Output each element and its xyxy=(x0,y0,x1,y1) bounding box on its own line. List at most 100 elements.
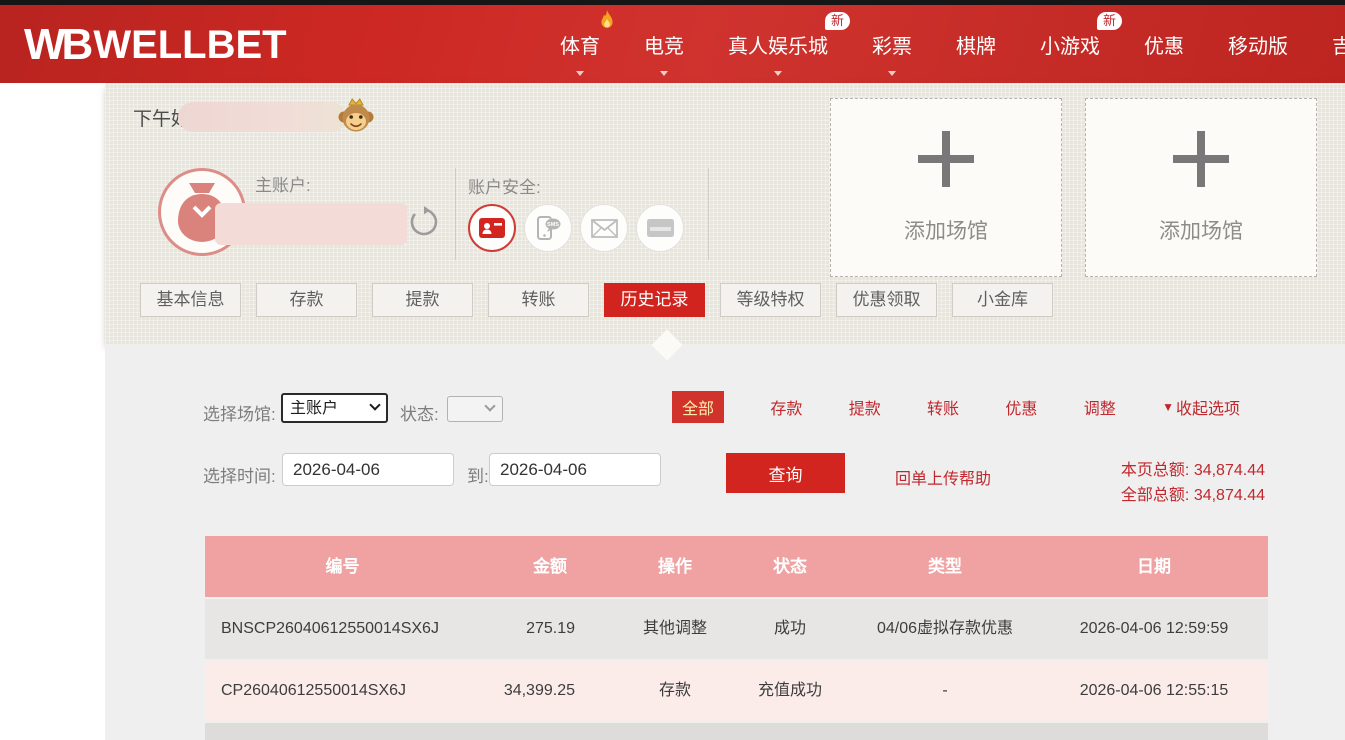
main-account-label: 主账户: xyxy=(255,171,311,196)
col-header-type: 类型 xyxy=(850,536,1040,597)
chevron-down-icon xyxy=(576,71,584,76)
totals: 本页总额: 34,874.44 全部总额: 34,874.44 xyxy=(1000,458,1265,508)
venue-select[interactable]: 主账户 xyxy=(281,393,388,423)
add-venue-label: 添加场馆 xyxy=(1159,215,1243,245)
nav-item-promotions[interactable]: 优惠 xyxy=(1144,5,1184,83)
new-badge: 新 xyxy=(1097,12,1122,30)
page-total-value: 34,874.44 xyxy=(1194,462,1265,479)
cell-date: 2026-04-06 12:59:59 xyxy=(1040,599,1268,659)
nav-item-esports[interactable]: 电竞 xyxy=(644,5,684,83)
add-venue-card[interactable]: 添加场馆 xyxy=(830,98,1062,277)
date-to-input[interactable] xyxy=(489,453,661,486)
chevron-down-icon xyxy=(774,71,782,76)
nav-label: 优惠 xyxy=(1144,30,1184,59)
plus-icon xyxy=(918,131,974,187)
security-icons: SMS xyxy=(468,204,692,252)
tab-transfer[interactable]: 转账 xyxy=(488,283,589,317)
triangle-down-icon: ▼ xyxy=(1162,400,1174,414)
col-header-status: 状态 xyxy=(730,536,850,597)
all-total-value: 34,874.44 xyxy=(1194,487,1265,504)
divider xyxy=(708,168,709,260)
page-total-line: 本页总额: 34,874.44 xyxy=(1000,458,1265,483)
account-panel: 下午好 主账户: xyxy=(105,83,1345,345)
site-header: WB WELLBET 体育 电竞 真人娱乐城 新 彩票 xyxy=(0,5,1345,83)
add-venue-card[interactable]: 添加场馆 xyxy=(1085,98,1317,277)
nav-label: 体育 xyxy=(560,30,600,59)
balance-redacted xyxy=(215,203,407,245)
chevron-down-icon xyxy=(660,71,668,76)
query-button[interactable]: 查询 xyxy=(726,453,845,493)
nav-item-live-casino[interactable]: 真人娱乐城 新 xyxy=(728,5,828,83)
svg-text:SMS: SMS xyxy=(547,222,559,228)
tab-basic-info[interactable]: 基本信息 xyxy=(140,283,241,317)
chevron-down-icon xyxy=(888,71,896,76)
history-table: 编号 金额 操作 状态 类型 日期 BNSCP26040612550014SX6… xyxy=(205,536,1268,740)
status-select[interactable] xyxy=(447,396,503,422)
page: WB WELLBET 体育 电竞 真人娱乐城 新 彩票 xyxy=(0,0,1345,740)
tab-vip-privilege[interactable]: 等级特权 xyxy=(720,283,821,317)
monkey-emoji-icon xyxy=(336,95,376,135)
table-row: CP26040612550014SX6J 34,399.25 存款 充值成功 -… xyxy=(205,661,1268,721)
filter-adjust[interactable]: 调整 xyxy=(1084,395,1116,419)
tab-vault[interactable]: 小金库 xyxy=(952,283,1053,317)
col-header-id: 编号 xyxy=(205,536,480,597)
divider xyxy=(455,168,456,260)
cell-type: - xyxy=(850,661,1040,721)
cell-type: 04/06虚拟存款优惠 xyxy=(850,599,1040,659)
tab-withdraw[interactable]: 提款 xyxy=(372,283,473,317)
new-badge: 新 xyxy=(825,12,850,30)
date-from-input[interactable] xyxy=(282,453,454,486)
main-nav: 体育 电竞 真人娱乐城 新 彩票 棋牌 xyxy=(538,5,1345,83)
venue-select-label: 选择场馆: xyxy=(203,400,276,425)
nav-label: 移动版 xyxy=(1228,30,1288,59)
cell-id: CP26040612550014SX6J xyxy=(205,661,480,721)
filter-promo[interactable]: 优惠 xyxy=(1005,395,1037,419)
nav-label: 真人娱乐城 xyxy=(728,30,828,59)
cell-amount: 275.19 xyxy=(480,599,620,659)
receipt-upload-help-link[interactable]: 回单上传帮助 xyxy=(895,465,991,489)
table-row: BNSCP26040612550014SX6J 275.19 其他调整 成功 0… xyxy=(205,599,1268,659)
nav-item-mini-games[interactable]: 小游戏 新 xyxy=(1040,5,1100,83)
venue-select-wrap: 主账户 xyxy=(281,393,388,423)
nav-label: 吉祥坊 xyxy=(1332,30,1345,59)
type-filter-bar: 全部 存款 提款 转账 优惠 调整 ▼ 收起选项 xyxy=(672,392,1240,422)
id-card-icon[interactable] xyxy=(468,204,516,252)
nav-item-jixiang[interactable]: 吉祥坊 xyxy=(1332,5,1345,83)
time-select-label: 选择时间: xyxy=(203,462,276,487)
filter-deposit[interactable]: 存款 xyxy=(770,395,802,419)
account-tabs: 基本信息 存款 提款 转账 历史记录 等级特权 优惠领取 小金库 xyxy=(140,283,1068,317)
filter-withdraw[interactable]: 提款 xyxy=(849,395,881,419)
sms-phone-icon[interactable]: SMS xyxy=(524,204,572,252)
bank-card-icon[interactable] xyxy=(636,204,684,252)
logo[interactable]: WB WELLBET xyxy=(24,20,287,70)
collapse-options-label: 收起选项 xyxy=(1176,395,1240,419)
cell-id: BNSCP26040612550014SX6J xyxy=(205,599,480,659)
nav-item-lottery[interactable]: 彩票 xyxy=(872,5,912,83)
all-total-line: 全部总额: 34,874.44 xyxy=(1000,483,1265,508)
filter-transfer[interactable]: 转账 xyxy=(927,395,959,419)
nav-item-mobile[interactable]: 移动版 xyxy=(1228,5,1288,83)
col-header-date: 日期 xyxy=(1040,536,1268,597)
tab-promo-claim[interactable]: 优惠领取 xyxy=(836,283,937,317)
logo-mark: WB xyxy=(24,20,89,70)
refresh-icon[interactable] xyxy=(408,206,440,238)
tab-deposit[interactable]: 存款 xyxy=(256,283,357,317)
mail-icon[interactable] xyxy=(580,204,628,252)
nav-item-board-games[interactable]: 棋牌 xyxy=(956,5,996,83)
to-label: 到: xyxy=(467,462,489,487)
tab-history[interactable]: 历史记录 xyxy=(604,283,705,317)
nav-label: 彩票 xyxy=(872,30,912,59)
filter-all[interactable]: 全部 xyxy=(672,391,724,423)
cell-amount: 34,399.25 xyxy=(480,661,620,721)
collapse-options-link[interactable]: ▼ 收起选项 xyxy=(1162,395,1240,419)
nav-label: 电竞 xyxy=(644,30,684,59)
cell-operation: 存款 xyxy=(620,661,730,721)
nav-label: 棋牌 xyxy=(956,30,996,59)
cell-operation: 其他调整 xyxy=(620,599,730,659)
logo-wordmark: WELLBET xyxy=(93,23,286,68)
cell-date: 2026-04-06 12:55:15 xyxy=(1040,661,1268,721)
plus-icon xyxy=(1173,131,1229,187)
flame-icon xyxy=(599,10,615,30)
nav-item-sports[interactable]: 体育 xyxy=(560,5,600,83)
greeting: 下午好 xyxy=(133,99,376,135)
